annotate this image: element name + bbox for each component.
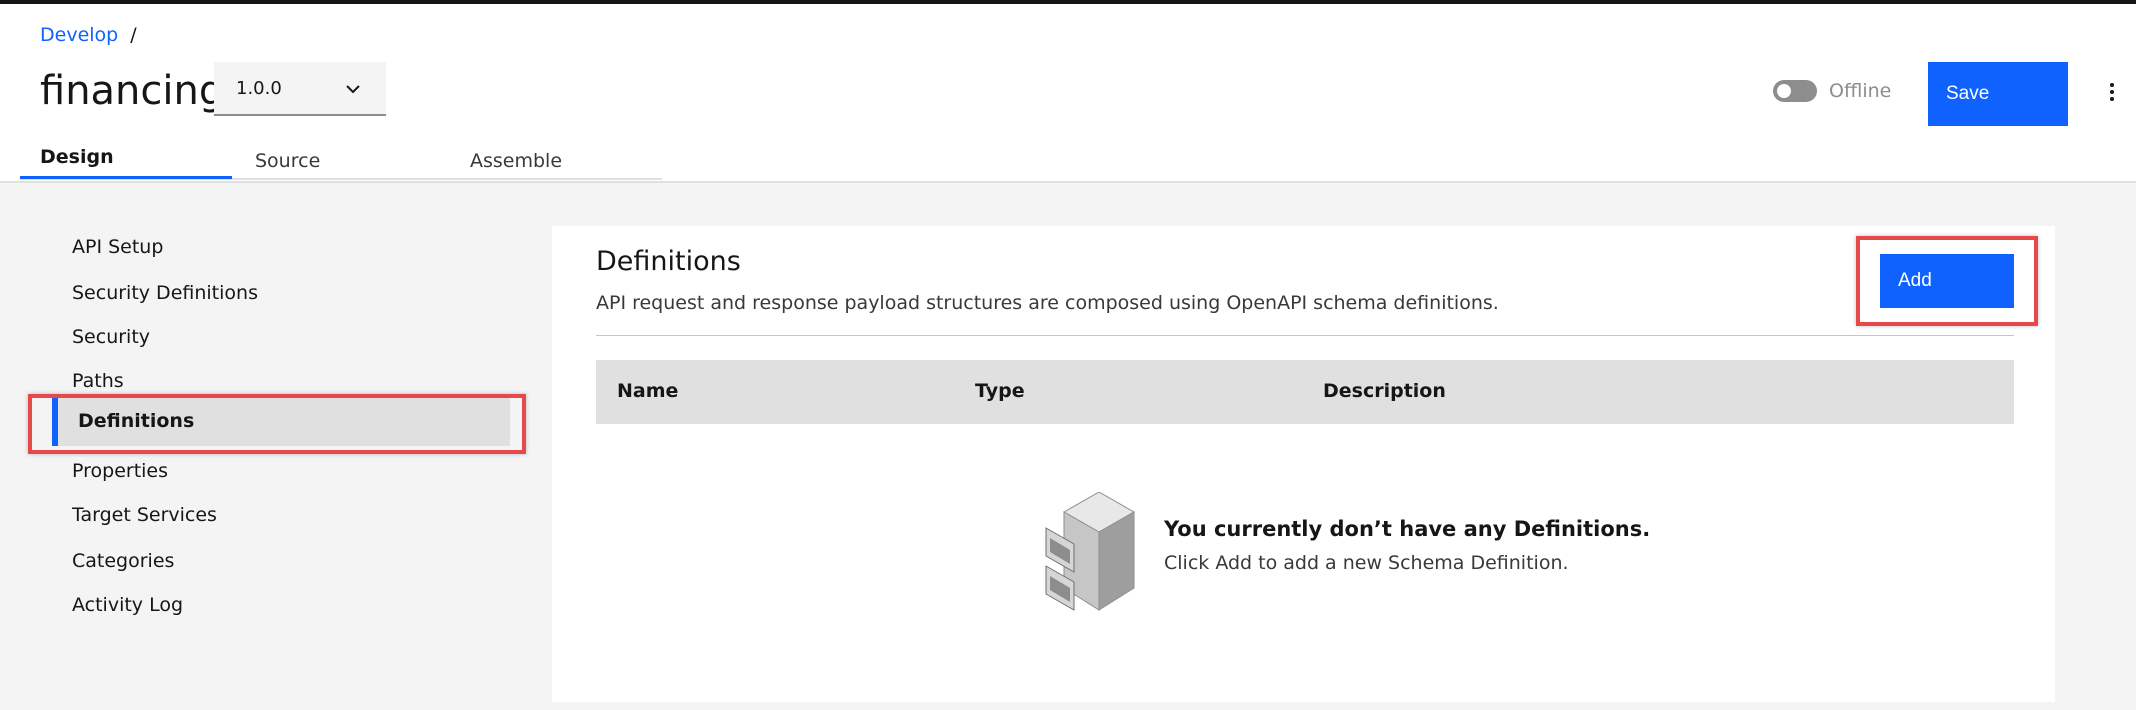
breadcrumb-develop-link[interactable]: Develop [40,24,118,46]
toggle-label: Offline [1829,80,1892,102]
save-button[interactable]: Save [1928,62,2068,126]
tab-active-indicator [20,176,232,179]
column-header-name[interactable]: Name [617,380,678,402]
breadcrumb: Develop / [40,24,137,46]
sidebar-item-api-setup[interactable]: API Setup [72,236,163,258]
tab-source[interactable]: Source [255,150,320,172]
column-header-description[interactable]: Description [1323,380,1446,402]
empty-state-subtitle: Click Add to add a new Schema Definition… [1164,552,1569,574]
sidebar-item-target-services[interactable]: Target Services [72,504,217,526]
sidebar-item-properties[interactable]: Properties [72,460,168,482]
add-button-highlight-box [1856,236,2038,326]
panel-title: Definitions [596,246,741,277]
column-header-type[interactable]: Type [975,380,1025,402]
tab-list: Design Source Assemble [20,140,662,182]
sidebar-item-security[interactable]: Security [72,326,150,348]
table-header: Name Type Description [596,360,2014,424]
definitions-panel: Definitions API request and response pay… [552,226,2055,702]
sidebar-item-activity-log[interactable]: Activity Log [72,594,183,616]
chevron-down-icon [346,85,360,94]
sidebar-item-categories[interactable]: Categories [72,550,174,572]
sidebar-item-security-definitions[interactable]: Security Definitions [72,282,258,304]
definitions-highlight-box [28,394,526,454]
overflow-menu-icon[interactable] [2104,80,2120,106]
sidebar-item-paths[interactable]: Paths [72,370,124,392]
toggle-knob [1777,84,1791,98]
version-select[interactable]: 1.0.0 [214,62,386,116]
version-select-value: 1.0.0 [236,77,282,99]
toggle-switch[interactable] [1773,80,1817,102]
tab-assemble[interactable]: Assemble [470,150,562,172]
offline-toggle[interactable]: Offline [1773,80,1891,102]
panel-description: API request and response payload structu… [596,292,1499,314]
panel-divider [596,335,2014,336]
empty-state-title: You currently don’t have any Definitions… [1164,517,1651,541]
page-title: financing [40,68,225,114]
tab-design[interactable]: Design [40,146,114,168]
breadcrumb-separator: / [130,24,137,46]
filing-cabinet-icon [1045,492,1136,611]
